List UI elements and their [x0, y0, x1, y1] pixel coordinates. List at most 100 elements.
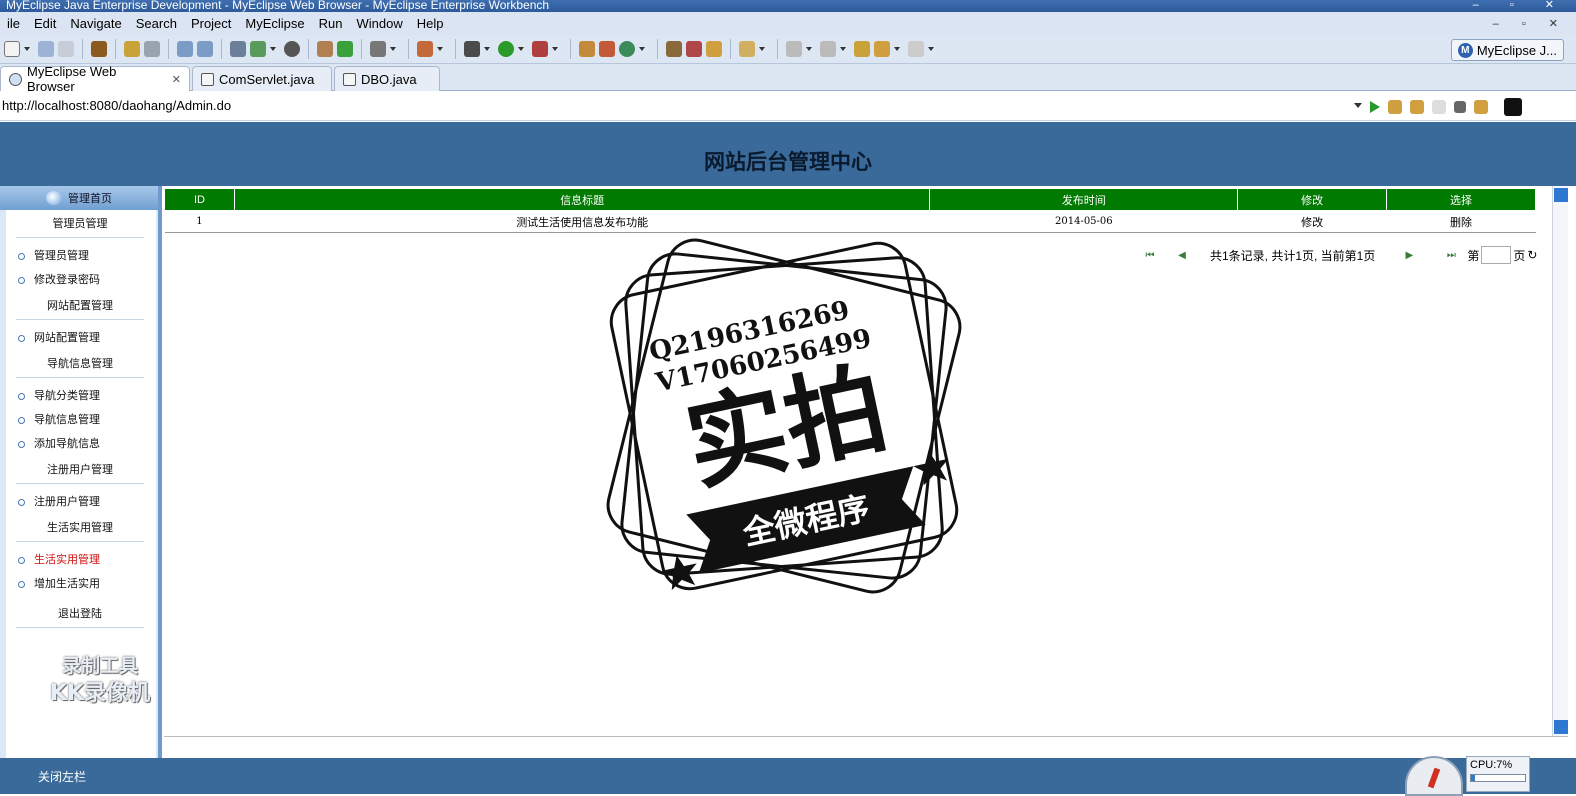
menu-help[interactable]: Help [410, 16, 451, 31]
print-icon[interactable] [58, 40, 74, 57]
forward-icon[interactable] [908, 40, 924, 57]
window-title: MyEclipse Java Enterprise Development - … [6, 0, 550, 12]
scroll-up-icon[interactable] [1554, 188, 1568, 202]
edit-alt-icon[interactable] [197, 40, 213, 57]
last-page-icon[interactable]: ⏭ [1441, 249, 1461, 261]
close-icon[interactable]: ✕ [172, 73, 181, 86]
sidebar-item-site-config[interactable]: 网站配置管理 [6, 326, 156, 350]
back-icon[interactable] [874, 40, 890, 57]
open-folder-dropdown-icon[interactable] [759, 46, 765, 51]
browser-forward-icon[interactable] [1432, 100, 1446, 114]
go-icon[interactable] [1370, 101, 1380, 113]
edit-icon[interactable] [177, 40, 193, 57]
sidebar-group-site-config[interactable]: 网站配置管理 [16, 292, 144, 320]
vertical-scrollbar[interactable] [1552, 186, 1568, 736]
back-dropdown-icon[interactable] [894, 46, 900, 51]
camera-dropdown-icon[interactable] [390, 46, 396, 51]
menu-edit[interactable]: Edit [27, 16, 63, 31]
sidebar-item-add-life[interactable]: 增加生活实用 [6, 572, 156, 596]
sidebar-group-life[interactable]: 生活实用管理 [16, 514, 144, 542]
prev-annotation-icon[interactable] [820, 40, 836, 57]
reload-icon[interactable] [1474, 100, 1488, 114]
menu-navigate[interactable]: Navigate [63, 16, 128, 31]
favorites-icon[interactable] [1388, 100, 1402, 114]
logout-link[interactable]: 退出登陆 [16, 600, 144, 628]
save-icon[interactable] [38, 40, 54, 57]
tab-comservlet[interactable]: ComServlet.java [192, 66, 332, 91]
lock-icon[interactable] [144, 40, 160, 57]
menu-window[interactable]: Window [350, 16, 410, 31]
tab-dbo[interactable]: DBO.java [334, 66, 440, 91]
prev-page-icon[interactable]: ◀ [1172, 249, 1192, 261]
external-tools-dropdown-icon[interactable] [552, 46, 558, 51]
menu-file[interactable]: ile [0, 16, 27, 31]
prev-annotation-dropdown-icon[interactable] [840, 46, 846, 51]
open-folder-icon[interactable] [739, 40, 755, 57]
new-dropdown-icon[interactable] [24, 46, 30, 51]
sidebar-home[interactable]: 管理首页 [0, 186, 158, 210]
sidebar-item-life-manage[interactable]: 生活实用管理 [6, 548, 156, 572]
close-sidebar-link[interactable]: 关闭左栏 [38, 768, 86, 785]
editor-window-controls[interactable]: – ▫ ✕ [1486, 17, 1576, 30]
report-dropdown-icon[interactable] [437, 46, 443, 51]
tab-label: DBO.java [361, 71, 417, 87]
new-class-icon[interactable] [579, 40, 595, 57]
first-page-icon[interactable]: ⏮ [1140, 249, 1160, 261]
sidebar-item-users[interactable]: 注册用户管理 [6, 490, 156, 514]
camera-icon[interactable] [370, 40, 386, 57]
url-history-dropdown-icon[interactable] [1354, 103, 1362, 108]
page-number-input[interactable] [1481, 246, 1512, 264]
run-dropdown-icon[interactable] [518, 46, 524, 51]
next-annotation-dropdown-icon[interactable] [806, 46, 812, 51]
next-annotation-icon[interactable] [786, 40, 802, 57]
menu-myeclipse[interactable]: MyEclipse [238, 16, 311, 31]
forward-dropdown-icon[interactable] [928, 46, 934, 51]
sidebar-group-admin[interactable]: 管理员管理 [16, 210, 144, 238]
last-edit-icon[interactable] [854, 40, 870, 57]
menu-search[interactable]: Search [129, 16, 184, 31]
report-icon[interactable] [417, 40, 433, 57]
open-type-icon[interactable] [666, 40, 682, 57]
deploy-icon[interactable] [230, 40, 246, 57]
open-task-icon[interactable] [686, 40, 702, 57]
sidebar-group-users[interactable]: 注册用户管理 [16, 456, 144, 484]
refresh-icon[interactable] [619, 40, 635, 57]
delete-link[interactable]: 删除 [1386, 210, 1536, 233]
refresh-dropdown-icon[interactable] [639, 46, 645, 51]
go-page-icon[interactable]: ↻ [1527, 248, 1537, 262]
debug-dropdown-icon[interactable] [484, 46, 490, 51]
url-input[interactable] [0, 92, 1350, 119]
external-tools-icon[interactable] [532, 40, 548, 57]
pagination: ⏮ ◀ 共1条记录, 共计1页, 当前第1页 ▶ ⏭ 第 页 ↻ [1134, 246, 1544, 264]
globe-icon[interactable] [284, 40, 300, 57]
folder-icon[interactable] [317, 40, 333, 57]
sidebar-item-nav-info[interactable]: 导航信息管理 [6, 408, 156, 432]
sidebar-item-add-nav[interactable]: 添加导航信息 [6, 432, 156, 456]
server-dropdown-icon[interactable] [270, 46, 276, 51]
debug-icon[interactable] [464, 40, 480, 57]
sidebar-item-change-password[interactable]: 修改登录密码 [6, 268, 156, 292]
sidebar-group-nav-info[interactable]: 导航信息管理 [16, 350, 144, 378]
sidebar-item-admin-manage[interactable]: 管理员管理 [6, 244, 156, 268]
search-icon[interactable] [706, 40, 722, 57]
package-icon[interactable] [599, 40, 615, 57]
server-icon[interactable] [250, 40, 266, 57]
stop-icon[interactable] [1454, 101, 1466, 113]
sidebar-item-nav-category[interactable]: 导航分类管理 [6, 384, 156, 408]
edit-link[interactable]: 修改 [1237, 210, 1387, 233]
browser-back-icon[interactable] [1410, 100, 1424, 114]
run-icon[interactable] [498, 40, 514, 57]
menu-project[interactable]: Project [184, 16, 238, 31]
tab-web-browser[interactable]: MyEclipse Web Browser ✕ [0, 64, 190, 94]
menu-run[interactable]: Run [312, 16, 350, 31]
toggle-view-icon[interactable] [1504, 98, 1522, 116]
next-page-icon[interactable]: ▶ [1399, 249, 1419, 261]
add-icon[interactable] [337, 40, 353, 57]
scroll-down-icon[interactable] [1554, 720, 1568, 734]
gear-icon[interactable] [124, 40, 140, 57]
perspective-switcher[interactable]: M MyEclipse J... [1450, 39, 1564, 61]
box-icon[interactable] [91, 40, 107, 57]
toolbar-separator [115, 38, 116, 59]
new-icon[interactable] [4, 40, 20, 57]
window-controls[interactable]: – ▫ ✕ [1473, 0, 1568, 11]
